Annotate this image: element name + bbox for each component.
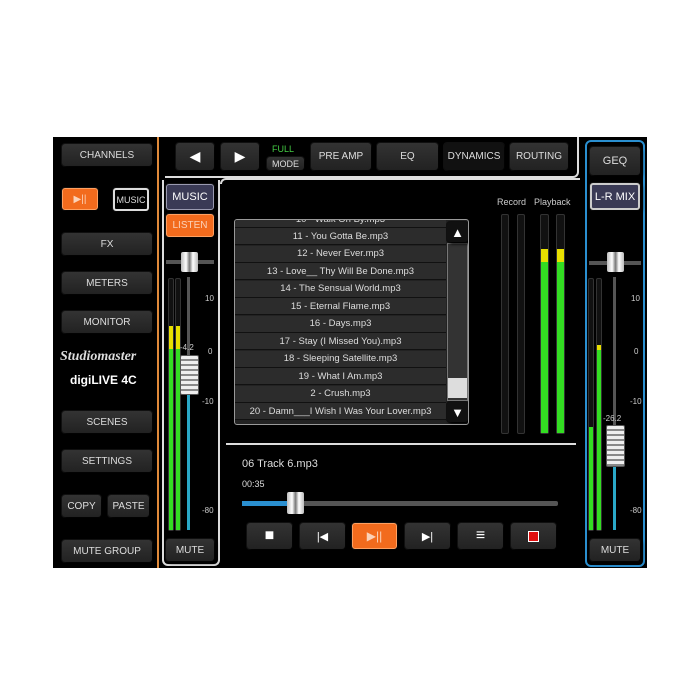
scale-label: -10	[202, 397, 214, 406]
settings-button[interactable]: SETTINGS	[62, 450, 152, 472]
right-pan-knob[interactable]	[607, 252, 624, 272]
scale-label: 10	[205, 294, 214, 303]
record-meter-r	[517, 214, 525, 434]
paste-button[interactable]: PASTE	[108, 495, 149, 517]
left-meter-l	[168, 278, 174, 531]
channels-button[interactable]: CHANNELS	[62, 144, 152, 166]
listen-button[interactable]: LISTEN	[166, 214, 214, 237]
prev-channel-button[interactable]: ◀	[176, 143, 214, 170]
pan-knob[interactable]	[181, 252, 198, 272]
scale-label: -80	[202, 506, 214, 515]
record-button[interactable]: ●	[511, 523, 556, 549]
tab-routing[interactable]: ROUTING	[510, 143, 568, 170]
playback-meter-l	[540, 214, 549, 434]
logo-model: digiLIVE 4C	[70, 373, 137, 387]
track-name: 06 Track 6.mp3	[242, 458, 318, 470]
scroll-up-icon[interactable]: ▲	[447, 222, 468, 242]
logo-brand: Studiomaster	[60, 349, 137, 364]
fx-button[interactable]: FX	[62, 233, 152, 255]
play-button[interactable]: ▶||	[352, 523, 397, 549]
left-fader-value: -4.2	[180, 343, 194, 352]
scale-label: -10	[630, 397, 642, 406]
next-channel-button[interactable]: ▶	[221, 143, 259, 170]
tab-pre-amp[interactable]: PRE AMP	[311, 143, 371, 170]
right-meter-l	[588, 278, 594, 531]
track-time: 00:35	[242, 479, 265, 489]
meters-button[interactable]: METERS	[62, 272, 152, 294]
list-item[interactable]: 15 - Eternal Flame.mp3	[235, 298, 446, 315]
scroll-down-icon[interactable]: ▼	[447, 402, 468, 422]
playback-meter-r	[556, 214, 565, 434]
scenes-button[interactable]: SCENES	[62, 411, 152, 433]
main-panel-frame	[220, 178, 580, 184]
player-divider	[226, 443, 576, 445]
lr-mix-button[interactable]: L-R MIX	[590, 183, 640, 210]
geq-button[interactable]: GEQ	[590, 147, 640, 175]
monitor-button[interactable]: MONITOR	[62, 311, 152, 333]
play-pause-button[interactable]: ▶||	[62, 188, 98, 210]
sidebar-divider	[157, 137, 159, 568]
strip-music-button[interactable]: MUSIC	[166, 184, 214, 210]
stop-button[interactable]: ■	[247, 523, 292, 549]
left-meter-r	[175, 278, 181, 531]
next-track-button[interactable]: ▶|	[405, 523, 450, 549]
tab-dynamics[interactable]: DYNAMICS	[444, 143, 504, 170]
playlist-button[interactable]: ≡	[458, 523, 503, 549]
right-meter-r	[596, 278, 602, 531]
record-icon: ●	[528, 530, 539, 542]
list-item[interactable]: 18 - Sleeping Satellite.mp3	[235, 350, 446, 368]
scale-label: -80	[630, 506, 642, 515]
left-fader-track	[187, 277, 190, 530]
playlist[interactable]: 10 - Walk On By.mp3 11 - You Gotta Be.mp…	[234, 219, 469, 425]
mute-group-button[interactable]: MUTE GROUP	[62, 540, 152, 562]
list-item[interactable]: 14 - The Sensual World.mp3	[235, 280, 446, 298]
record-label: Record	[497, 197, 527, 207]
right-fader-track	[613, 277, 616, 530]
record-meter-l	[501, 214, 509, 434]
list-item[interactable]: 17 - Stay (I Missed You).mp3	[235, 333, 446, 350]
full-mode-label: FULL	[272, 144, 295, 154]
list-item[interactable]: 20 - Damn___I Wish I Was Your Lover.mp3	[235, 403, 446, 420]
right-mute-button[interactable]: MUTE	[590, 539, 640, 561]
list-item[interactable]: 16 - Days.mp3	[235, 315, 446, 333]
right-fader-value: -26.2	[603, 414, 622, 423]
right-fader-knob[interactable]	[606, 425, 625, 467]
previous-track-button[interactable]: |◀	[300, 523, 345, 549]
scale-label: 0	[634, 347, 639, 356]
copy-button[interactable]: COPY	[62, 495, 101, 517]
left-mute-button[interactable]: MUTE	[166, 539, 214, 561]
list-item[interactable]: 10 - Walk On By.mp3	[235, 220, 446, 228]
seek-knob[interactable]	[287, 492, 304, 514]
scale-label: 10	[631, 294, 640, 303]
music-button[interactable]: MUSIC	[113, 188, 149, 211]
list-item[interactable]: 11 - You Gotta Be.mp3	[235, 228, 446, 245]
scale-label: 0	[208, 347, 213, 356]
list-item[interactable]: 19 - What I Am.mp3	[235, 368, 446, 385]
list-item[interactable]: 2 - Crush.mp3	[235, 385, 446, 403]
list-item[interactable]: 12 - Never Ever.mp3	[235, 245, 446, 263]
left-fader-knob[interactable]	[180, 355, 199, 395]
scrollbar-thumb[interactable]	[448, 378, 467, 398]
mode-button[interactable]: MODE	[267, 157, 304, 170]
tab-eq[interactable]: EQ	[377, 143, 438, 170]
list-item[interactable]: 13 - Love__ Thy Will Be Done.mp3	[235, 263, 446, 280]
playback-label: Playback	[534, 197, 571, 207]
